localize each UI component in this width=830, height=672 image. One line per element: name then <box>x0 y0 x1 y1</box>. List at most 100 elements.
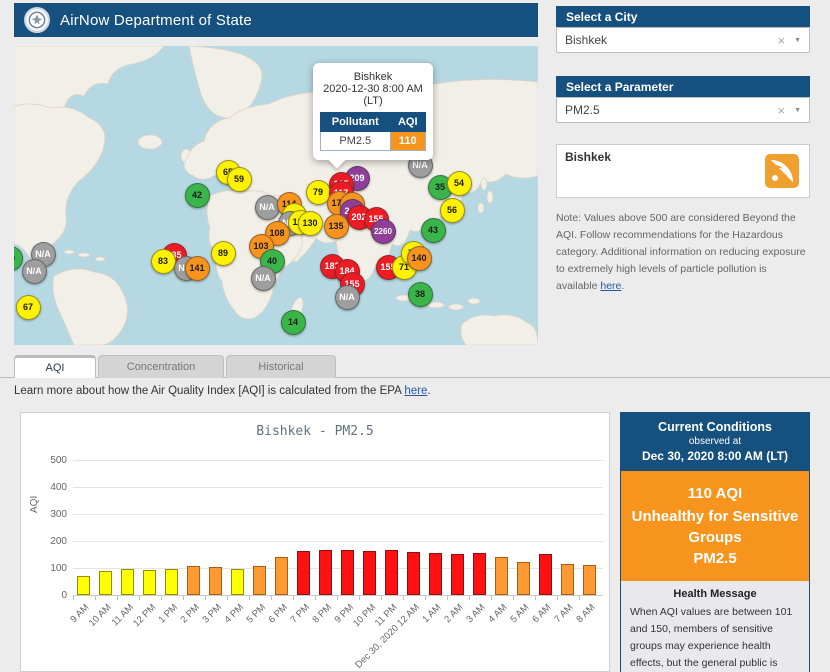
feed-box: Bishkek <box>556 144 810 198</box>
aqi-bar[interactable] <box>253 566 266 595</box>
aqi-pollutant-line: PM2.5 <box>629 548 801 569</box>
aqi-bar[interactable] <box>121 569 134 595</box>
y-axis-tick: 100 <box>37 563 67 574</box>
city-select[interactable]: Bishkek × ▼ <box>556 27 810 53</box>
aqi-bar[interactable] <box>297 551 310 595</box>
clear-icon[interactable]: × <box>770 33 792 48</box>
x-axis-tickmark <box>73 596 74 600</box>
learn-more-here-link[interactable]: here <box>404 385 427 397</box>
x-axis-tickmark <box>139 596 140 600</box>
y-axis-tick: 400 <box>37 482 67 493</box>
aqi-marker[interactable]: 42 <box>185 183 210 208</box>
popup-aqi-header: AQI <box>390 113 425 132</box>
aqi-marker[interactable]: 38 <box>408 282 433 307</box>
tab-concentration[interactable]: Concentration <box>98 355 224 378</box>
aqi-bar[interactable] <box>385 550 398 595</box>
aqi-marker[interactable]: 67 <box>16 295 41 320</box>
aqi-bar[interactable] <box>473 553 486 595</box>
aqi-marker[interactable]: 14 <box>281 310 306 335</box>
x-axis-tickmark <box>293 596 294 600</box>
x-axis-tickmark <box>227 596 228 600</box>
y-axis-tick: 500 <box>37 455 67 466</box>
x-axis-tickmark <box>381 596 382 600</box>
aqi-bar[interactable] <box>407 552 420 595</box>
aqi-bar[interactable] <box>275 557 288 595</box>
aqi-chart-panel: Bishkek - PM2.5 AQI 01002003004005009 AM… <box>20 412 610 672</box>
y-axis-tick: 0 <box>37 590 67 601</box>
rss-icon[interactable] <box>765 154 799 188</box>
aqi-bar[interactable] <box>209 567 222 595</box>
aqi-bar[interactable] <box>561 564 574 595</box>
health-message-block: Health Message When AQI values are betwe… <box>621 581 809 672</box>
learn-more-prefix: Learn more about how the Air Quality Ind… <box>14 385 404 397</box>
aqi-marker[interactable]: 56 <box>440 198 465 223</box>
x-axis-tickmark <box>95 596 96 600</box>
observed-at-label: observed at <box>625 436 805 447</box>
x-axis-tickmark <box>337 596 338 600</box>
aqi-marker[interactable]: 89 <box>211 241 236 266</box>
x-axis-tickmark <box>183 596 184 600</box>
aqi-bar[interactable] <box>539 554 552 595</box>
aqi-bar[interactable] <box>99 571 112 595</box>
parameter-select[interactable]: PM2.5 × ▼ <box>556 97 810 123</box>
x-axis-tickmark <box>249 596 250 600</box>
aqi-marker[interactable]: N/A <box>255 195 280 220</box>
x-axis-tickmark <box>447 596 448 600</box>
aqi-bar[interactable] <box>341 550 354 595</box>
aqi-marker[interactable]: 59 <box>227 167 252 192</box>
aqi-marker[interactable]: 2260 <box>371 219 396 244</box>
y-axis-tick: 200 <box>37 536 67 547</box>
aqi-bar[interactable] <box>363 551 376 595</box>
aqi-marker[interactable]: 135 <box>324 214 349 239</box>
x-axis-tickmark <box>161 596 162 600</box>
popup-datetime: 2020-12-30 8:00 AM <box>319 83 427 95</box>
aqi-marker[interactable]: 43 <box>421 218 446 243</box>
aqi-bar[interactable] <box>429 553 442 595</box>
chevron-down-icon[interactable]: ▼ <box>792 107 801 114</box>
note-here-link[interactable]: here <box>600 280 621 292</box>
aqi-bar[interactable] <box>165 569 178 595</box>
clear-icon[interactable]: × <box>770 103 792 118</box>
chart-plot-area: AQI 01002003004005009 AM10 AM11 AM12 PM1… <box>21 413 611 672</box>
aqi-bar[interactable] <box>451 554 464 595</box>
aqi-bar[interactable] <box>231 569 244 595</box>
aqi-marker[interactable]: 83 <box>151 249 176 274</box>
sidebar: Select a City Bishkek × ▼ Select a Param… <box>556 0 810 295</box>
x-axis-tickmark <box>491 596 492 600</box>
x-axis-tickmark <box>425 596 426 600</box>
aqi-bar[interactable] <box>187 566 200 595</box>
tab-aqi[interactable]: AQI <box>14 355 96 378</box>
aqi-marker[interactable]: N/A <box>22 259 47 284</box>
aqi-marker[interactable]: 140 <box>407 246 432 271</box>
health-message-title: Health Message <box>630 588 800 600</box>
x-axis-tickmark <box>271 596 272 600</box>
aqi-marker[interactable]: N/A <box>251 266 276 291</box>
chart-gridline <box>73 487 603 488</box>
app-header: AirNow Department of State <box>14 3 538 37</box>
aqi-bar[interactable] <box>495 557 508 595</box>
world-basemap <box>14 46 538 345</box>
world-aqi-map[interactable]: 50N/AN/A67655942N/A11483N/A1211301081034… <box>14 46 538 345</box>
aqi-marker[interactable]: 54 <box>447 171 472 196</box>
x-axis-tickmark <box>469 596 470 600</box>
aqi-bar[interactable] <box>319 550 332 595</box>
aqi-bar[interactable] <box>583 565 596 595</box>
aqi-value-line: 110 AQI <box>629 483 801 504</box>
aqi-bar[interactable] <box>517 562 530 595</box>
aqi-marker[interactable]: 130 <box>298 211 323 236</box>
tab-historical[interactable]: Historical <box>226 355 336 378</box>
current-conditions-header: Current Conditions observed at Dec 30, 2… <box>621 413 809 471</box>
chevron-down-icon[interactable]: ▼ <box>792 37 801 44</box>
aqi-summary-block: 110 AQI Unhealthy for Sensitive Groups P… <box>621 471 809 581</box>
aqi-bar[interactable] <box>77 576 90 595</box>
x-axis-tickmark <box>513 596 514 600</box>
aqi-marker[interactable]: N/A <box>335 285 360 310</box>
x-axis-tickmark <box>579 596 580 600</box>
x-axis-tickmark <box>535 596 536 600</box>
chart-gridline <box>73 514 603 515</box>
aqi-bar[interactable] <box>143 570 156 595</box>
aqi-marker[interactable]: 141 <box>185 256 210 281</box>
popup-aqi-value: 110 <box>390 132 425 151</box>
chart-gridline <box>73 541 603 542</box>
learn-more-suffix: . <box>427 385 430 397</box>
